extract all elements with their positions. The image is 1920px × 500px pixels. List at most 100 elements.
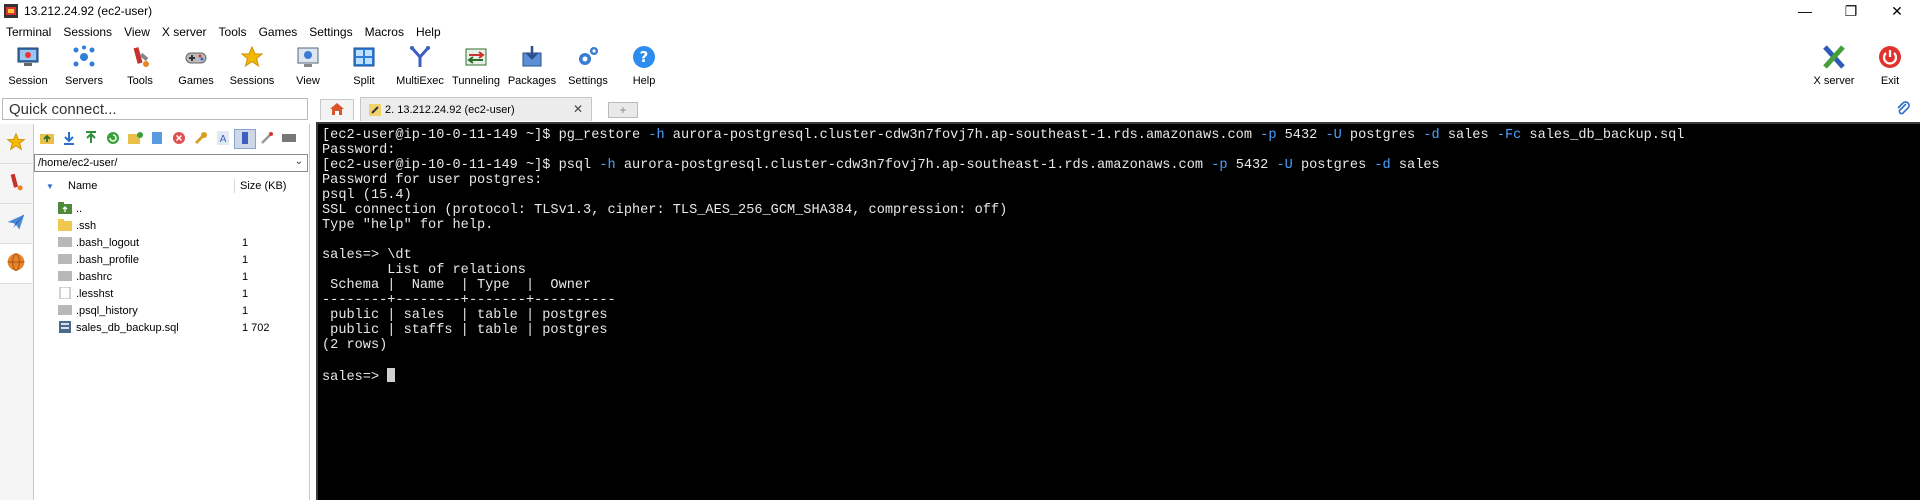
sftp-browser: A /home/ec2-user/ ⌄ ▼ Name Size (KB) .. …: [34, 124, 310, 500]
sessions-panel-button[interactable]: [0, 124, 32, 164]
sftp-new-folder-button[interactable]: [124, 129, 146, 149]
sftp-path-text: /home/ec2-user/: [38, 157, 118, 169]
sftp-panel-button[interactable]: [0, 244, 32, 284]
file-row-sales-db-backup[interactable]: sales_db_backup.sql 1 702: [34, 319, 310, 336]
star-icon: [239, 44, 265, 70]
file-row-psql-history[interactable]: .psql_history 1: [34, 302, 310, 319]
terminal-line: Password for user postgres:: [322, 173, 1684, 188]
help-button[interactable]: ? Help: [616, 44, 672, 92]
file-row-lesshst[interactable]: .lesshst 1: [34, 285, 310, 302]
sessions-button[interactable]: Sessions: [224, 44, 280, 92]
new-tab-button[interactable]: +: [608, 102, 638, 118]
tab-session-ec2[interactable]: 2. 13.212.24.92 (ec2-user) ✕: [360, 97, 592, 121]
terminal-output: [ec2-user@ip-10-0-11-149 ~]$ pg_restore …: [322, 128, 1685, 385]
terminal-line: Type "help" for help.: [322, 218, 1684, 233]
svg-text:A: A: [220, 134, 227, 145]
menu-sessions[interactable]: Sessions: [57, 25, 118, 39]
terminal-line: sales=> \dt: [322, 248, 1684, 263]
window-title: 13.212.24.92 (ec2-user): [24, 4, 153, 18]
terminal-text: Password:: [322, 143, 396, 158]
menu-macros[interactable]: Macros: [359, 25, 410, 39]
terminal-line: Schema | Name | Type | Owner: [322, 278, 1684, 293]
file-row-ssh[interactable]: .ssh: [34, 217, 310, 234]
packages-button[interactable]: Packages: [504, 44, 560, 92]
menu-tools[interactable]: Tools: [213, 25, 253, 39]
sftp-parent-folder-button[interactable]: [36, 129, 58, 149]
terminal-text: sales=> \dt: [322, 248, 412, 263]
sftp-rename-button[interactable]: [190, 129, 212, 149]
games-button[interactable]: Games: [168, 44, 224, 92]
session-button[interactable]: Session: [0, 44, 56, 92]
minimize-button[interactable]: —: [1782, 0, 1828, 22]
packages-icon: [519, 44, 545, 70]
menu-settings[interactable]: Settings: [303, 25, 358, 39]
terminal-text: sales_db_backup.sql: [1521, 128, 1685, 143]
tools-panel-button[interactable]: [0, 164, 32, 204]
quick-connect-box: [2, 98, 308, 120]
terminal-flag-text: -d: [1423, 128, 1440, 143]
terminal-flag-text: -h: [648, 128, 665, 143]
file-row-bash-profile[interactable]: .bash_profile 1: [34, 251, 310, 268]
sftp-text-mode-button[interactable]: A: [212, 129, 234, 149]
sftp-refresh-button[interactable]: [102, 129, 124, 149]
quick-connect-input[interactable]: [3, 99, 307, 119]
terminal-line: psql (15.4): [322, 188, 1684, 203]
file-row-bashrc[interactable]: .bashrc 1: [34, 268, 310, 285]
menu-bar: Terminal Sessions View X server Tools Ga…: [0, 22, 1920, 42]
tools-icon: [127, 44, 153, 70]
terminal-text: (2 rows): [322, 338, 388, 353]
menu-terminal[interactable]: Terminal: [0, 25, 57, 39]
sftp-upload-button[interactable]: [80, 129, 102, 149]
view-button[interactable]: View: [280, 44, 336, 92]
close-tab-icon[interactable]: ✕: [573, 102, 583, 116]
servers-button[interactable]: Servers: [56, 44, 112, 92]
sftp-download-button[interactable]: [58, 129, 80, 149]
main-toolbar: Session Servers Tools Games Sessions Vie…: [0, 42, 1920, 94]
terminal-flag-text: -U: [1325, 128, 1342, 143]
sftp-delete-button[interactable]: [168, 129, 190, 149]
file-row-bash-logout[interactable]: .bash_logout 1: [34, 234, 310, 251]
file-row-parent[interactable]: ..: [34, 200, 310, 217]
ssh-session-icon: [369, 103, 381, 116]
menu-games[interactable]: Games: [253, 25, 304, 39]
terminal-line: public | staffs | table | postgres: [322, 323, 1684, 338]
column-divider[interactable]: [234, 179, 235, 193]
tunneling-button[interactable]: Tunneling: [448, 44, 504, 92]
menu-x-server[interactable]: X server: [156, 25, 213, 39]
help-icon: ?: [631, 44, 657, 70]
terminal-line: Password:: [322, 143, 1684, 158]
chevron-down-icon[interactable]: ⌄: [295, 156, 303, 167]
sftp-follow-terminal-button[interactable]: [234, 129, 256, 149]
exit-button[interactable]: Exit: [1862, 44, 1918, 92]
tools-button[interactable]: Tools: [112, 44, 168, 92]
terminal-flag-text: -p: [1260, 128, 1277, 143]
terminal-text: sales=>: [322, 370, 388, 385]
column-size-header[interactable]: Size (KB): [240, 180, 286, 192]
macros-panel-button[interactable]: [0, 204, 32, 244]
tunneling-icon: [463, 44, 489, 70]
terminal-text: List of relations: [322, 263, 526, 278]
home-tab[interactable]: [320, 99, 354, 120]
column-name-header[interactable]: Name: [68, 180, 97, 192]
multiexec-button[interactable]: MultiExec: [392, 44, 448, 92]
sort-descending-icon[interactable]: ▼: [46, 182, 54, 191]
terminal-text: [ec2-user@ip-10-0-11-149 ~]$ pg_restore: [322, 128, 649, 143]
sftp-more-button[interactable]: [278, 129, 300, 149]
menu-view[interactable]: View: [118, 25, 156, 39]
home-icon: [329, 102, 345, 119]
close-button[interactable]: ✕: [1874, 0, 1920, 22]
split-button[interactable]: Split: [336, 44, 392, 92]
games-icon: [183, 44, 209, 70]
restore-button[interactable]: ❐: [1828, 0, 1874, 22]
terminal-line: SSL connection (protocol: TLSv1.3, ciphe…: [322, 203, 1684, 218]
session-icon: [15, 44, 41, 70]
sftp-new-file-button[interactable]: [146, 129, 168, 149]
sftp-path-field[interactable]: /home/ec2-user/ ⌄: [34, 154, 308, 172]
paperclip-icon[interactable]: [1896, 100, 1910, 119]
terminal-view[interactable]: [ec2-user@ip-10-0-11-149 ~]$ pg_restore …: [316, 122, 1920, 500]
x-server-button[interactable]: X server: [1806, 44, 1862, 92]
settings-button[interactable]: Settings: [560, 44, 616, 92]
sftp-edit-button[interactable]: [256, 129, 278, 149]
menu-help[interactable]: Help: [410, 25, 447, 39]
